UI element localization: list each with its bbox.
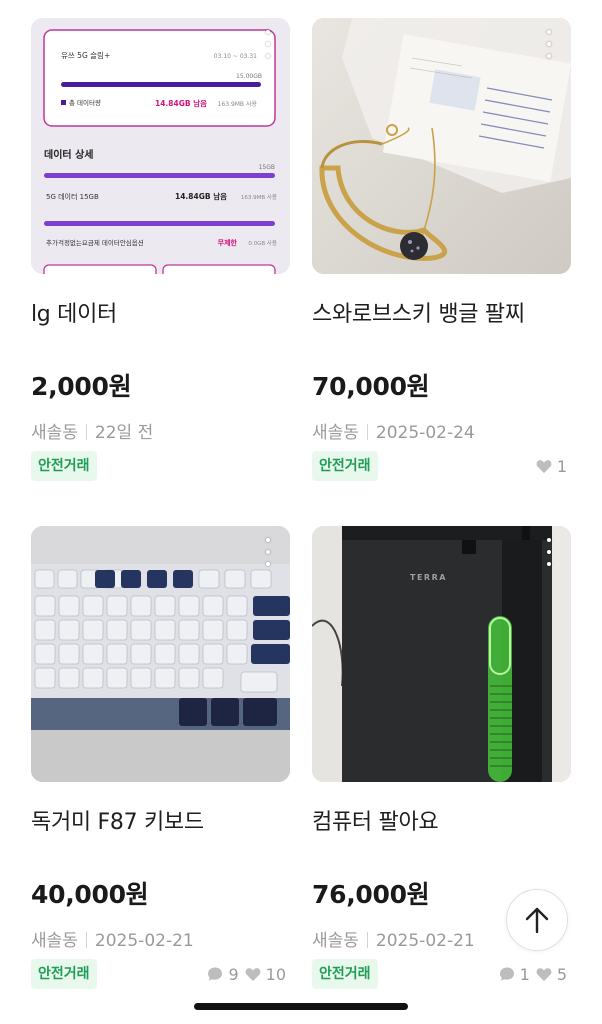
product-image[interactable] [31,526,290,782]
more-options-icon[interactable] [541,30,557,58]
heart-icon [536,967,552,981]
scroll-to-top-button[interactable] [506,889,568,951]
meta-divider [85,932,87,948]
product-time: 2025-02-24 [375,423,475,443]
data-usage-screenshot: 유쓰 5G 슬림+ 03.10 ~ 03.31 15.00GB 총 데이터량 1… [31,18,290,274]
chat-bubble-icon [499,967,514,981]
heart-icon [536,459,552,473]
product-time: 2025-02-21 [94,931,194,951]
product-image[interactable]: TERRA [312,526,571,782]
more-options-icon[interactable] [260,30,276,58]
product-stats: 9 10 [207,962,286,986]
product-card[interactable]: 독거미 F87 키보드 40,000원 새솔동 2025-02-21 안전거래 9… [31,526,290,996]
safe-trade-badge: 안전거래 [312,959,378,989]
chat-count-value: 9 [228,964,239,984]
svg-text:163.9MB 사용: 163.9MB 사용 [241,193,277,201]
product-image[interactable] [312,18,571,274]
product-location: 새솔동 [312,423,359,443]
like-count-value: 10 [265,964,286,984]
product-stats: 1 5 [499,962,567,986]
plan-name: 유쓰 5G 슬림+ [61,51,110,60]
home-indicator[interactable] [194,1003,408,1010]
product-title[interactable]: 독거미 F87 키보드 [31,804,204,836]
product-grid: 유쓰 5G 슬림+ 03.10 ~ 03.31 15.00GB 총 데이터량 1… [0,0,602,1024]
svg-text:5G 데이터 15GB: 5G 데이터 15GB [46,192,99,201]
chat-count: 9 [207,964,239,984]
svg-text:14.84GB 남음: 14.84GB 남음 [175,191,227,201]
product-meta: 새솔동 2025-02-24 [312,418,475,443]
product-location: 새솔동 [312,931,359,951]
product-stats: 1 [536,454,567,478]
more-options-icon[interactable] [260,538,276,566]
svg-text:추가걱정없는요금제 데이터안심옵션: 추가걱정없는요금제 데이터안심옵션 [46,238,144,247]
product-title[interactable]: lg 데이터 [31,296,117,328]
product-title[interactable]: 컴퓨터 팔아요 [312,804,439,836]
product-card[interactable]: 스와로브스키 뱅글 팔찌 70,000원 새솔동 2025-02-24 안전거래 … [312,18,571,488]
product-card[interactable]: 유쓰 5G 슬림+ 03.10 ~ 03.31 15.00GB 총 데이터량 1… [31,18,290,488]
svg-text:데이터 상세: 데이터 상세 [44,148,93,161]
meta-divider [366,932,368,948]
arrow-up-icon [525,907,549,934]
product-time: 22일 전 [94,423,154,443]
keyboard-photo [31,526,290,782]
bracelet-photo [312,18,571,274]
product-location: 새솔동 [31,931,78,951]
product-price: 70,000원 [312,372,430,401]
svg-text:03.10 ~ 03.31: 03.10 ~ 03.31 [214,53,257,60]
like-count-value: 1 [556,456,567,476]
computer-photo: TERRA [312,526,571,782]
like-count-value: 5 [556,964,567,984]
product-location: 새솔동 [31,423,78,443]
svg-text:총 데이터량: 총 데이터량 [69,98,101,107]
product-meta: 새솔동 22일 전 [31,418,153,443]
chat-count-value: 1 [519,964,530,984]
chat-count: 1 [499,965,530,984]
product-title[interactable]: 스와로브스키 뱅글 팔찌 [312,296,525,328]
svg-text:15GB: 15GB [259,164,275,171]
svg-text:14.84GB 남음: 14.84GB 남음 [155,98,207,108]
case-brand-label: TERRA [410,573,447,582]
like-count: 10 [245,965,286,984]
product-price: 40,000원 [31,880,149,909]
product-image[interactable]: 유쓰 5G 슬림+ 03.10 ~ 03.31 15.00GB 총 데이터량 1… [31,18,290,274]
more-options-icon[interactable] [541,538,557,566]
svg-text:0.0GB 사용: 0.0GB 사용 [248,239,277,247]
like-count: 5 [536,965,567,984]
svg-text:무제한: 무제한 [218,238,238,247]
product-meta: 새솔동 2025-02-21 [31,926,194,951]
safe-trade-badge: 안전거래 [31,959,97,989]
heart-icon [245,967,261,981]
chat-bubble-icon [208,967,223,981]
safe-trade-badge: 안전거래 [31,451,97,481]
svg-text:15.00GB: 15.00GB [236,73,262,80]
product-meta: 새솔동 2025-02-21 [312,926,475,951]
product-time: 2025-02-21 [375,931,475,951]
safe-trade-badge: 안전거래 [312,451,378,481]
svg-text:163.9MB 사용: 163.9MB 사용 [218,100,258,108]
meta-divider [85,424,87,440]
product-price: 76,000원 [312,880,430,909]
product-price: 2,000원 [31,372,132,401]
meta-divider [366,424,368,440]
like-count: 1 [536,457,567,476]
